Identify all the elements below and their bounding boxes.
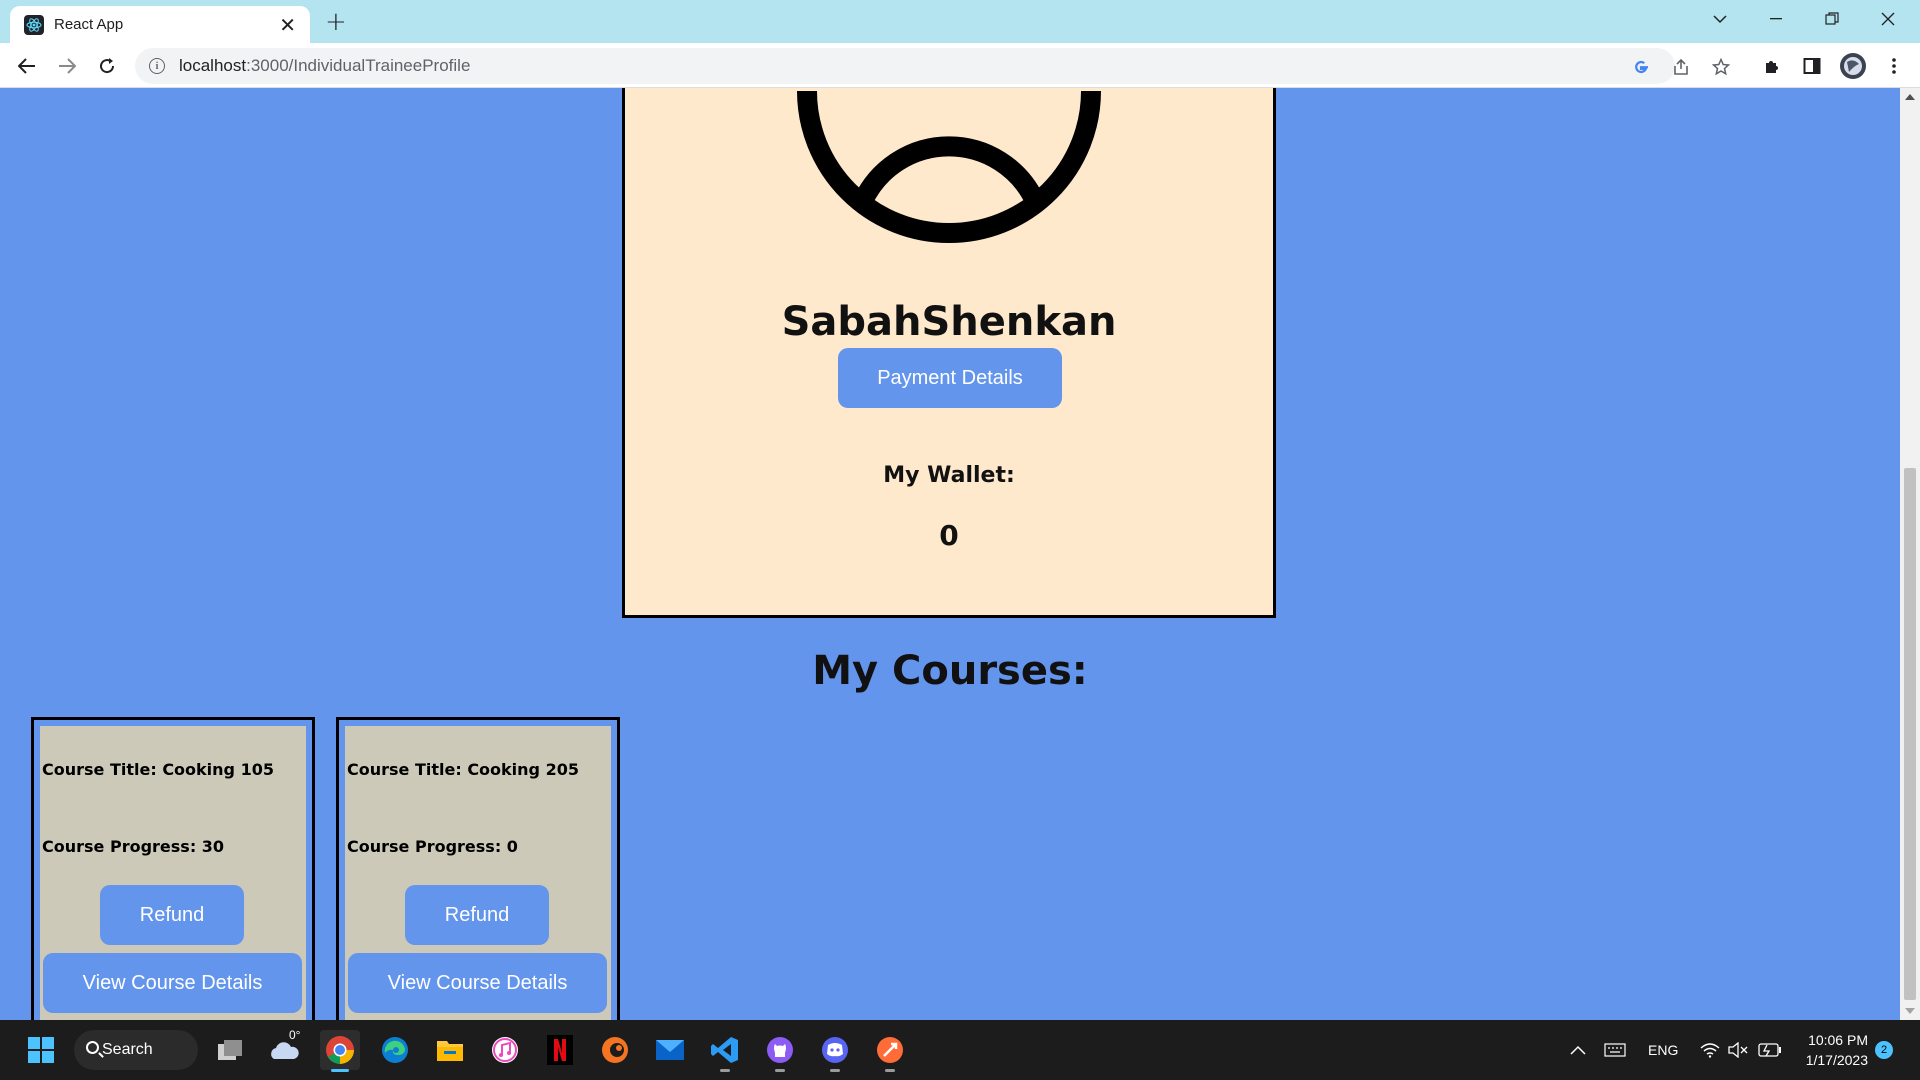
- netflix-icon[interactable]: [540, 1030, 580, 1070]
- discord-icon[interactable]: [815, 1030, 855, 1072]
- courses-heading: My Courses:: [812, 648, 1088, 694]
- vscode-icon[interactable]: [705, 1030, 745, 1072]
- edge-icon[interactable]: [375, 1030, 415, 1070]
- tab-search-icon[interactable]: [1692, 0, 1748, 38]
- taskbar-clock[interactable]: 10:06 PM 1/17/2023: [1800, 1030, 1868, 1070]
- notification-badge[interactable]: 2: [1875, 1041, 1893, 1059]
- scroll-up-icon[interactable]: [1905, 94, 1915, 100]
- share-icon[interactable]: [1670, 56, 1692, 78]
- browser-tab[interactable]: React App ✕: [10, 6, 310, 43]
- running-indicator: [720, 1069, 730, 1072]
- browser-toolbar: i localhost:3000/IndividualTraineeProfil…: [0, 43, 1920, 88]
- battery-icon[interactable]: [1758, 1020, 1782, 1080]
- wifi-icon[interactable]: [1700, 1020, 1720, 1080]
- itunes-icon[interactable]: [485, 1030, 525, 1070]
- course-card: Course Title: Cooking 105 Course Progres…: [31, 717, 315, 1020]
- wallet-value: 0: [939, 519, 959, 552]
- profile-avatar[interactable]: [1838, 51, 1868, 81]
- running-indicator: [775, 1069, 785, 1072]
- reload-icon[interactable]: [92, 51, 122, 81]
- view-course-details-button[interactable]: View Course Details: [43, 953, 302, 1013]
- refund-button[interactable]: Refund: [405, 885, 549, 945]
- course-title: Course Title: Cooking 105: [42, 760, 274, 779]
- mail-icon[interactable]: [650, 1030, 690, 1070]
- course-progress: Course Progress: 30: [42, 837, 225, 856]
- running-indicator: [885, 1069, 895, 1072]
- address-bar[interactable]: i localhost:3000/IndividualTraineeProfil…: [135, 48, 1730, 84]
- extensions-icon[interactable]: [1760, 54, 1784, 78]
- course-title: Course Title: Cooking 205: [347, 760, 579, 779]
- bookmark-star-icon[interactable]: [1710, 56, 1732, 78]
- scroll-down-icon[interactable]: [1905, 1008, 1915, 1014]
- forward-icon[interactable]: [52, 51, 82, 81]
- postman-icon[interactable]: [870, 1030, 910, 1072]
- course-progress: Course Progress: 0: [347, 837, 518, 856]
- windows-start-icon[interactable]: [21, 1030, 61, 1070]
- chrome-icon[interactable]: [320, 1030, 360, 1072]
- wallet-label: My Wallet:: [883, 463, 1015, 488]
- scrollbar-thumb[interactable]: [1904, 468, 1916, 1000]
- volume-muted-icon[interactable]: [1728, 1020, 1748, 1080]
- clock-date: 1/17/2023: [1805, 1052, 1868, 1068]
- google-icon[interactable]: [1630, 56, 1652, 78]
- keyboard-icon[interactable]: [1604, 1020, 1626, 1080]
- language-indicator[interactable]: ENG: [1648, 1020, 1678, 1080]
- view-course-details-button[interactable]: View Course Details: [348, 953, 607, 1013]
- url-text: localhost:3000/IndividualTraineeProfile: [179, 56, 471, 75]
- menu-kebab-icon[interactable]: [1882, 54, 1906, 78]
- page-viewport: SabahShenkan Payment Details My Wallet: …: [0, 88, 1900, 1020]
- tab-close-icon[interactable]: ✕: [279, 15, 296, 35]
- course-card-body: Course Title: Cooking 205 Course Progres…: [345, 726, 611, 1020]
- active-indicator: [331, 1069, 349, 1072]
- refund-button[interactable]: Refund: [100, 885, 244, 945]
- course-card-body: Course Title: Cooking 105 Course Progres…: [40, 726, 306, 1020]
- clock-time: 10:06 PM: [1808, 1032, 1868, 1048]
- show-hidden-icons[interactable]: [1570, 1020, 1586, 1080]
- tab-title: React App: [54, 16, 124, 33]
- profile-card: SabahShenkan Payment Details My Wallet: …: [622, 88, 1276, 618]
- github-desktop-icon[interactable]: [760, 1030, 800, 1072]
- react-icon: [24, 14, 44, 35]
- payment-details-button[interactable]: Payment Details: [838, 348, 1062, 408]
- avatar: [797, 90, 1101, 243]
- page-scrollbar[interactable]: [1900, 88, 1920, 1020]
- weather-icon[interactable]: 0°: [265, 1028, 305, 1070]
- site-info-icon[interactable]: i: [149, 58, 165, 74]
- weather-temp: 0°: [289, 1028, 301, 1042]
- new-tab-icon[interactable]: +: [325, 7, 347, 37]
- close-window-icon[interactable]: [1860, 0, 1916, 38]
- course-card: Course Title: Cooking 205 Course Progres…: [336, 717, 620, 1020]
- side-panel-icon[interactable]: [1800, 54, 1824, 78]
- running-indicator: [830, 1069, 840, 1072]
- tab-strip: React App ✕ +: [0, 0, 1920, 43]
- back-icon[interactable]: [12, 51, 42, 81]
- file-explorer-icon[interactable]: [430, 1030, 470, 1070]
- taskbar-search[interactable]: Search: [74, 1030, 198, 1070]
- restore-icon[interactable]: [1804, 0, 1860, 38]
- taskbar-search-label: Search: [102, 1041, 153, 1058]
- minimize-icon[interactable]: [1748, 0, 1804, 38]
- task-view-icon[interactable]: [210, 1030, 250, 1070]
- search-icon: [86, 1041, 99, 1054]
- taskbar: Search 0° ENG 10:06 PM 1/17/2023 2: [0, 1020, 1920, 1080]
- profile-username: SabahShenkan: [781, 299, 1117, 345]
- crunchyroll-icon[interactable]: [595, 1030, 635, 1070]
